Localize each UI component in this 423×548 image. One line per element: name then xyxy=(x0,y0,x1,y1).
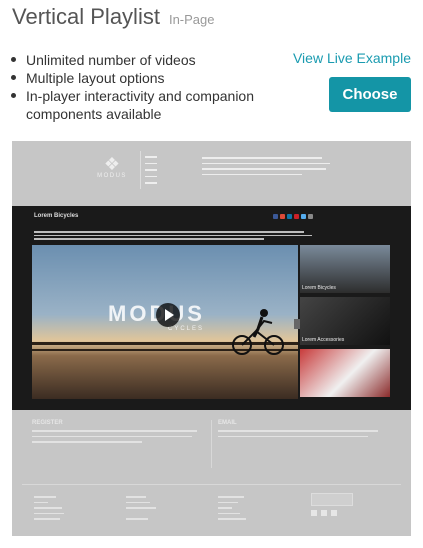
preview-site-footer: REGISTER EMAIL xyxy=(12,410,411,536)
footer-register: REGISTER xyxy=(32,420,202,447)
preview-site-header: ❖ MODUS xyxy=(12,141,411,206)
page-title: Vertical Playlist xyxy=(12,4,160,29)
footer-separator xyxy=(22,484,401,485)
footer-links-2 xyxy=(126,492,186,524)
preview-logo: ❖ MODUS xyxy=(92,155,132,179)
choose-button[interactable]: Choose xyxy=(329,77,411,112)
footer-search-input xyxy=(311,493,353,506)
playlist-item-label: Lorem Bicycles xyxy=(302,285,336,291)
page-subtitle: In-Page xyxy=(168,12,215,27)
logo-mark-icon: ❖ xyxy=(103,154,121,174)
email-icon xyxy=(308,214,313,219)
playlist-item[interactable] xyxy=(300,349,390,397)
facebook-icon xyxy=(311,510,317,516)
footer-divider xyxy=(211,420,212,468)
footer-social-icons xyxy=(311,510,337,516)
playlist-item[interactable]: Lorem Bicycles xyxy=(300,245,390,293)
view-live-example-link[interactable]: View Live Example xyxy=(293,50,411,66)
playlist: Lorem Bicycles Lorem Accessories xyxy=(300,245,390,399)
preview-blurb xyxy=(202,153,332,179)
footer-links-1 xyxy=(34,492,94,524)
register-heading: REGISTER xyxy=(32,420,63,426)
playlist-item-label: Lorem Accessories xyxy=(302,337,345,343)
video-description xyxy=(34,229,314,242)
feature-item: In-player interactivity and companion co… xyxy=(10,87,280,123)
twitter-icon xyxy=(301,214,306,219)
title-row: Vertical Playlist In-Page xyxy=(12,4,215,30)
feature-item: Unlimited number of videos xyxy=(10,51,280,69)
play-button[interactable] xyxy=(156,303,180,327)
pinterest-icon xyxy=(294,214,299,219)
logo-wordmark: MODUS xyxy=(97,173,127,179)
cyclist-silhouette xyxy=(232,309,284,355)
feature-item: Multiple layout options xyxy=(10,69,280,87)
footer-links-3 xyxy=(218,492,278,524)
video-brand-sub: CYCLES xyxy=(168,326,205,332)
google-icon xyxy=(280,214,285,219)
footer-email: EMAIL xyxy=(218,420,388,441)
facebook-icon xyxy=(273,214,278,219)
playlist-item[interactable]: Lorem Accessories xyxy=(300,297,390,345)
share-icons xyxy=(273,214,313,219)
preview-nav xyxy=(140,151,157,189)
vimeo-icon xyxy=(331,510,337,516)
preview-video-player: Lorem Bicycles MODUS CYCLES xyxy=(12,206,411,410)
linkedin-icon xyxy=(287,214,292,219)
layout-preview-image: ❖ MODUS Lorem Bicycles MODUS CYCLES xyxy=(12,141,411,536)
twitter-icon xyxy=(321,510,327,516)
email-heading: EMAIL xyxy=(218,420,237,426)
feature-list: Unlimited number of videos Multiple layo… xyxy=(10,51,280,123)
main-video: MODUS CYCLES xyxy=(32,245,298,399)
video-title: Lorem Bicycles xyxy=(34,213,79,219)
